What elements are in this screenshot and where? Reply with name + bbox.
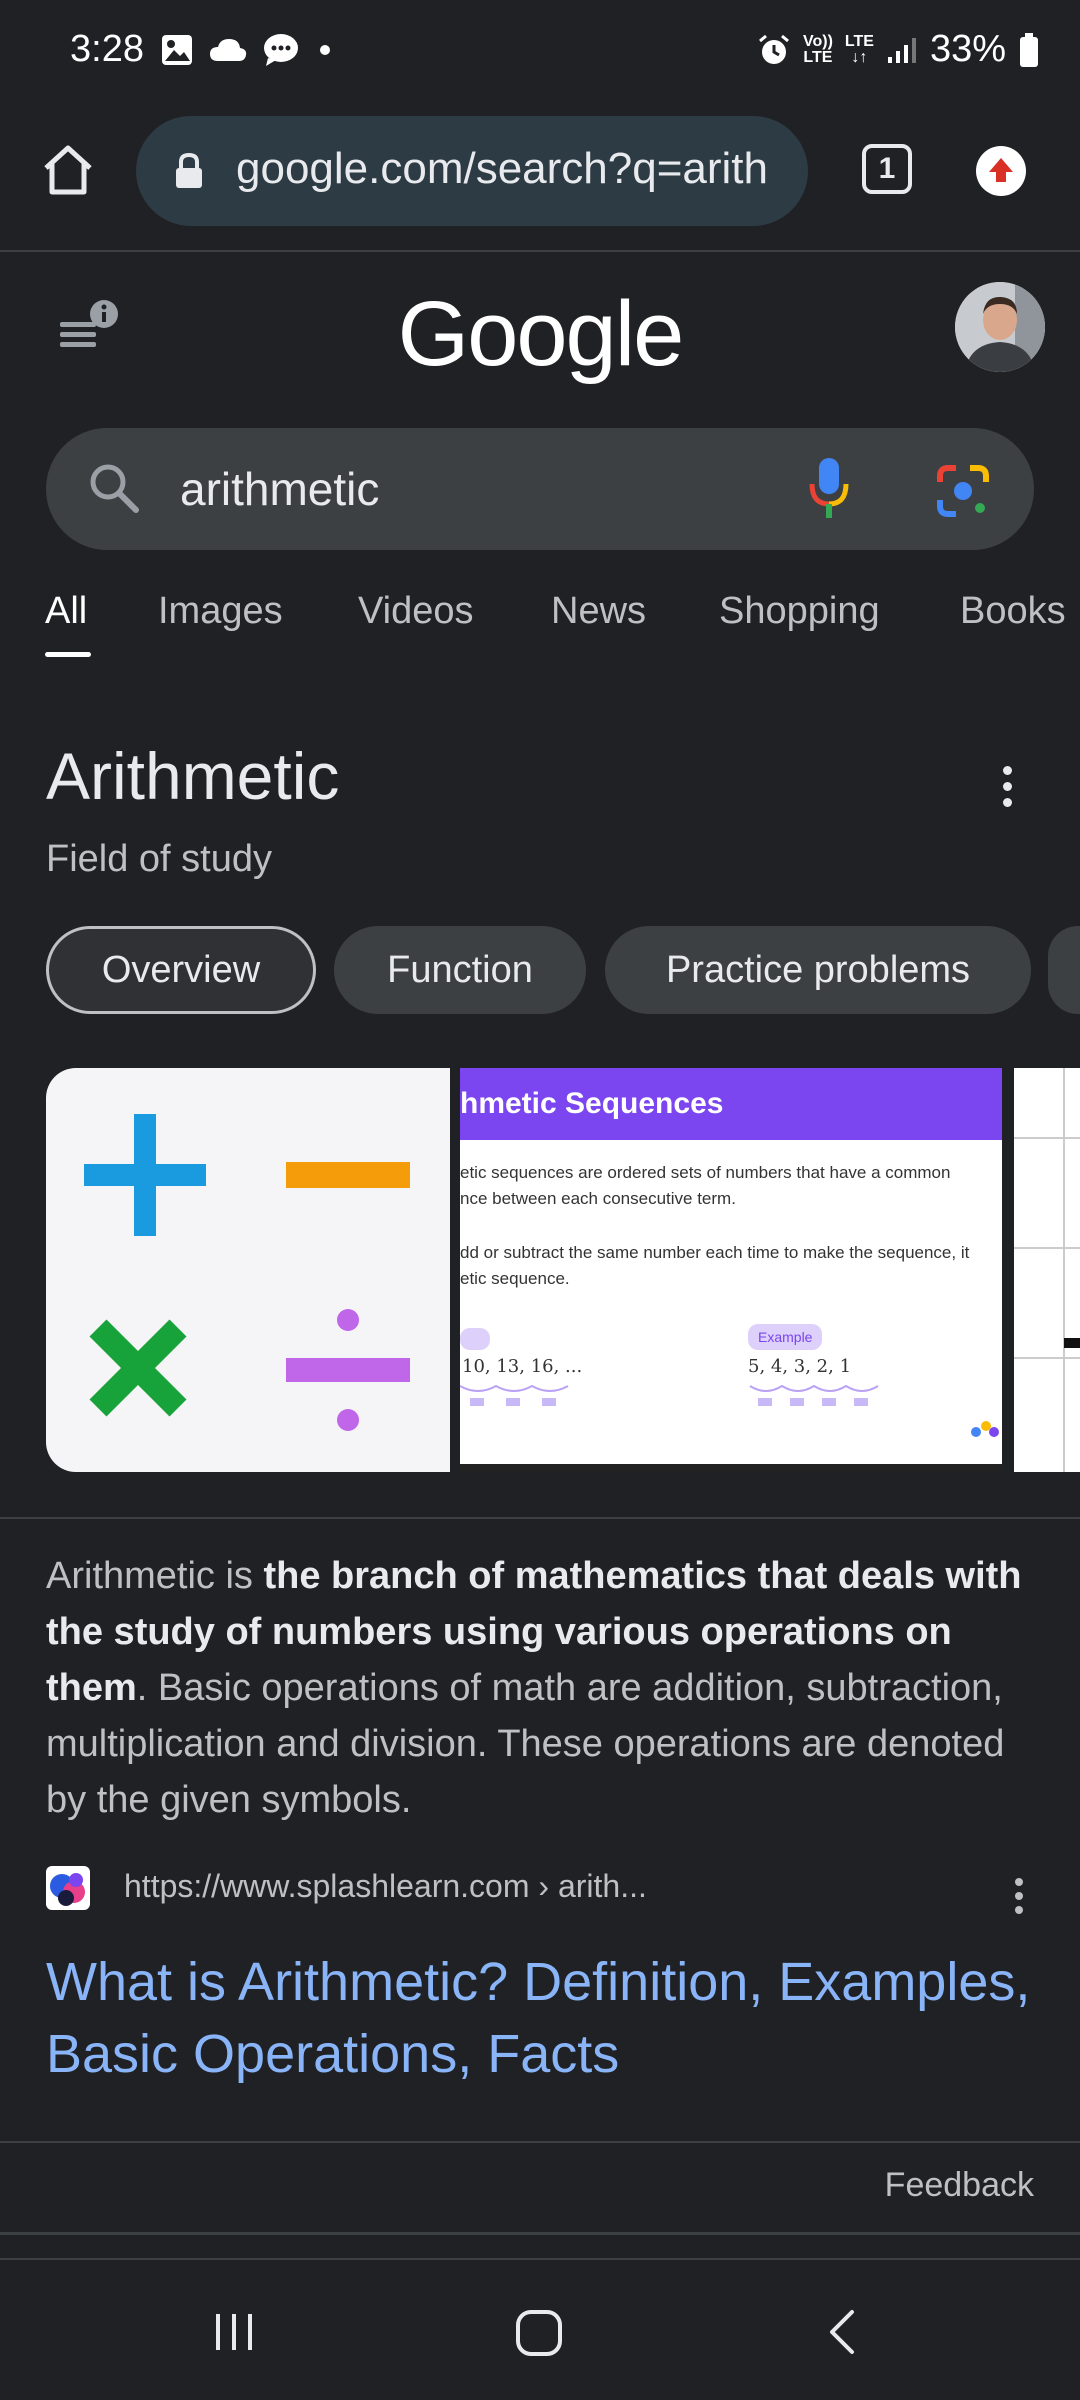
topic-chips: Overview Function Practice problems bbox=[0, 926, 1080, 1014]
splashlearn-favicon bbox=[46, 1866, 90, 1910]
more-options-icon[interactable] bbox=[1000, 766, 1014, 814]
battery-percent: 33% bbox=[929, 28, 1006, 70]
voice-search-icon[interactable] bbox=[804, 454, 854, 524]
cloud-icon bbox=[210, 39, 247, 61]
search-box[interactable]: arithmetic bbox=[46, 428, 1034, 550]
chip-more[interactable] bbox=[1048, 926, 1080, 1014]
alarm-icon bbox=[759, 34, 789, 64]
google-logo[interactable]: Google bbox=[0, 282, 1080, 387]
divider bbox=[0, 2232, 1080, 2235]
status-bar: 3:28 Vo)) LTE LTE ↓↑ 33% bbox=[0, 0, 1080, 110]
search-input[interactable]: arithmetic bbox=[180, 462, 379, 516]
tab-switcher-button[interactable]: 1 bbox=[862, 144, 912, 194]
search-icon[interactable] bbox=[86, 460, 142, 516]
result-title-link[interactable]: What is Arithmetic? Definition, Examples… bbox=[46, 1946, 1046, 2090]
chip-practice-problems[interactable]: Practice problems bbox=[605, 926, 1031, 1014]
feedback-link[interactable]: Feedback bbox=[885, 2166, 1034, 2205]
home-nav-icon[interactable] bbox=[512, 2304, 568, 2360]
knowledge-panel-title: Arithmetic bbox=[46, 739, 340, 813]
tab-active-indicator bbox=[45, 652, 91, 657]
address-bar[interactable]: google.com/search?q=arith bbox=[136, 116, 808, 226]
image-carousel: hmetic Sequences etic sequences are orde… bbox=[0, 1068, 1080, 1472]
system-nav-bar bbox=[0, 2264, 1080, 2400]
divider bbox=[0, 2141, 1080, 2143]
chip-function[interactable]: Function bbox=[334, 926, 586, 1014]
tab-shopping[interactable]: Shopping bbox=[719, 590, 880, 633]
gallery-icon bbox=[162, 35, 192, 65]
signal-icon bbox=[887, 37, 916, 63]
knowledge-panel-subtitle: Field of study bbox=[46, 838, 272, 880]
lock-icon bbox=[176, 152, 202, 188]
result-more-icon[interactable] bbox=[1013, 1878, 1025, 1920]
lte-icon: LTE ↓↑ bbox=[844, 32, 874, 66]
message-icon bbox=[264, 34, 298, 66]
image-math-symbols[interactable] bbox=[46, 1068, 450, 1472]
tab-news[interactable]: News bbox=[551, 590, 646, 633]
result-source[interactable]: https://www.splashlearn.com › arith... bbox=[46, 1864, 1046, 1914]
result-url[interactable]: https://www.splashlearn.com › arith... bbox=[124, 1868, 647, 1905]
volte-icon: Vo)) LTE bbox=[802, 32, 833, 66]
tab-all[interactable]: All bbox=[45, 590, 87, 633]
browser-toolbar: google.com/search?q=arith 1 bbox=[0, 110, 1080, 252]
update-icon[interactable] bbox=[976, 146, 1026, 196]
google-lens-icon[interactable] bbox=[936, 464, 990, 518]
notification-dot-icon bbox=[320, 45, 330, 55]
home-icon[interactable] bbox=[38, 140, 98, 200]
battery-icon bbox=[1020, 32, 1038, 67]
divider bbox=[0, 2258, 1080, 2260]
tab-videos[interactable]: Videos bbox=[358, 590, 474, 633]
status-time: 3:28 bbox=[70, 28, 144, 70]
image-grid-partial[interactable] bbox=[1014, 1068, 1080, 1472]
search-tabs: All Images Videos News Shopping Books bbox=[0, 590, 1080, 670]
featured-snippet: Arithmetic is the branch of mathematics … bbox=[46, 1555, 1022, 1821]
image-heading: hmetic Sequences bbox=[460, 1068, 1002, 1140]
tab-books[interactable]: Books bbox=[960, 590, 1066, 633]
avatar[interactable] bbox=[955, 282, 1045, 372]
url-text: google.com/search?q=arith bbox=[236, 144, 768, 193]
chip-overview[interactable]: Overview bbox=[46, 926, 316, 1014]
back-icon[interactable] bbox=[822, 2304, 862, 2360]
google-header: Google bbox=[0, 252, 1080, 412]
tab-images[interactable]: Images bbox=[158, 590, 283, 633]
divider bbox=[0, 1517, 1080, 1519]
recent-apps-icon[interactable] bbox=[210, 2304, 260, 2360]
image-arithmetic-sequences[interactable]: hmetic Sequences etic sequences are orde… bbox=[460, 1068, 1002, 1472]
